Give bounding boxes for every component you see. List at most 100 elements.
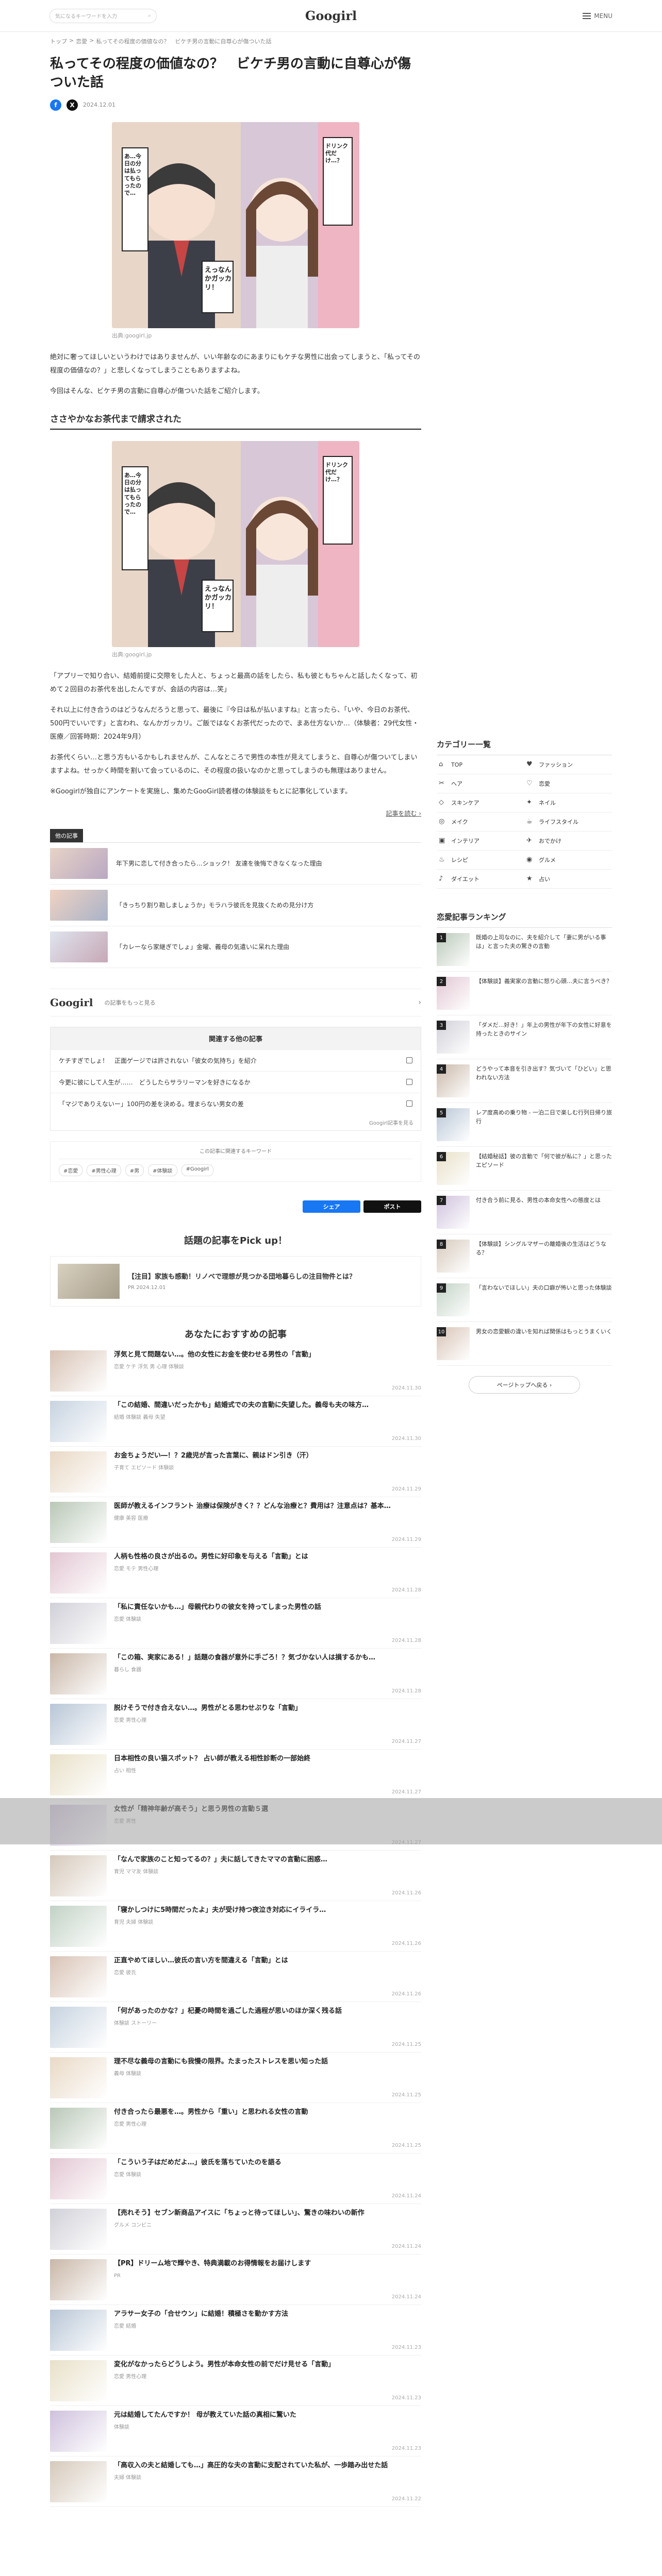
ranking-item[interactable]: 1 既婚の上司なのに、夫を紹介して「妻に男がいる事は」と言った夫の驚きの言動 <box>437 928 612 972</box>
keyword-tag[interactable]: #男 <box>125 1164 144 1176</box>
ranking-title[interactable]: レア度高めの乗り物 - 一泊二日で楽しむ行列日帰り旅行 <box>476 1108 612 1126</box>
ranking-title[interactable]: どうやって本音を引き出す？気づいて「ひどい」と思われない方法 <box>476 1064 612 1082</box>
ranking-thumbnail[interactable]: 6 <box>437 1152 470 1185</box>
category-item[interactable]: ✦ ネイル <box>524 793 612 812</box>
recommended-body[interactable]: 日本相性の良い猫スポット？ 占い師が教える相性診断の一部始終 占い 相性 2024.… <box>114 1754 421 1795</box>
ranking-title[interactable]: 男女の恋愛観の違いを知れば関係はもっとうまくいく <box>476 1327 612 1336</box>
recommended-body[interactable]: 「寝かしつけに5時間だったよ」夫が受け持つ夜泣き対応にイライラ… 育児 夫婦 体験… <box>114 1906 421 1946</box>
category-label[interactable]: ネイル <box>539 799 556 807</box>
ranking-thumbnail[interactable]: 9 <box>437 1283 470 1316</box>
recommended-body[interactable]: 「なんで家族のこと知ってるの？」夫に話してきたママの言動に困惑… 育児 ママ友 体… <box>114 1855 421 1896</box>
category-icon[interactable]: ♨ <box>439 856 446 863</box>
recommended-thumbnail[interactable] <box>50 1703 107 1745</box>
recommended-body[interactable]: アラサー女子の「合せウン」に結婚！積極さを動かす方法 恋愛 結婚 2024.11.2… <box>114 2310 421 2350</box>
recommended-body[interactable]: 浮気と見て問題ない…。他の女性にお金を使わせる男性の「言動」 恋愛 ケチ 浮気 男… <box>114 1350 421 1391</box>
x-share-button[interactable]: ポスト <box>363 1200 421 1213</box>
recommended-item[interactable]: お金ちょうだい―！？2歳児が言った言葉に、親はドン引き（汗） 子育て エピソード … <box>50 1447 421 1497</box>
category-icon[interactable]: ▣ <box>439 837 446 844</box>
recommended-item[interactable]: 正直やめてほしい…彼氏の言い方を間違える「言動」とは 恋愛 彼氏 2024.11.2… <box>50 1952 421 2002</box>
recommended-body[interactable]: 【売れそう】セブン新商品アイスに「ちょっと待ってほしい」、驚きの味わいの新作 グル… <box>114 2209 421 2249</box>
recommended-item[interactable]: 元は結婚してたんですか！ 母が教えていた話の真相に驚いた 体験談 2024.11.2… <box>50 2406 421 2456</box>
brand-logo[interactable]: Googirl <box>50 996 93 1009</box>
ranking-title[interactable]: 「言わないでほしい」夫の口癖が怖いと思った体験談 <box>476 1283 612 1292</box>
category-icon[interactable]: ✂ <box>439 780 446 787</box>
recommended-item[interactable]: 人柄も性格の良さが出るの。男性に好印象を与える「言動」とは 恋愛 モテ 男性心理 2… <box>50 1548 421 1598</box>
ranking-item[interactable]: 6 【結婚秘話】彼の言動で「何で彼が私に？」と思ったエピソード <box>437 1147 612 1191</box>
breadcrumb-category[interactable]: 恋愛 <box>76 37 87 45</box>
ranking-title[interactable]: 【体験談】義実家の言動に怒り心頭…夫に言うべき？ <box>476 977 612 986</box>
recommended-title[interactable]: 元は結婚してたんですか！ 母が教えていた話の真相に驚いた <box>114 2411 421 2420</box>
recommended-body[interactable]: 元は結婚してたんですか！ 母が教えていた話の真相に驚いた 体験談 2024.11.2… <box>114 2411 421 2451</box>
category-label[interactable]: 占い <box>539 875 550 883</box>
recommended-body[interactable]: 理不尽な義母の言動にも我慢の限界。たまったストレスを思い知った話 義母 体験談 20… <box>114 2057 421 2098</box>
category-icon[interactable]: ✦ <box>526 799 534 806</box>
recommended-thumbnail[interactable] <box>50 2259 107 2300</box>
recommended-body[interactable]: 「こういう子はだめだよ…」彼氏を落ちていたのを語る 恋愛 体験談 2024.11.2… <box>114 2158 421 2199</box>
recommended-thumbnail[interactable] <box>50 1602 107 1644</box>
pickup-title[interactable]: 【注目】家族も感動！リノベで理想が見つかる団地暮らしの注目物件とは？ <box>128 1272 356 1282</box>
recommended-body[interactable]: 「高収入の夫と結婚しても…」高圧的な夫の言動に支配されていた私が、一歩踏み出せた… <box>114 2461 421 2502</box>
ranking-title[interactable]: 【体験談】シングルマザーの離婚後の生活はどうなる？ <box>476 1240 612 1257</box>
x-share-icon[interactable]: X <box>67 99 78 111</box>
keyword-tag[interactable]: #男性心理 <box>87 1164 121 1176</box>
recommended-item[interactable]: 「この結婚、間違いだったかも」結婚式での夫の言動に失望した。義母も夫の味方… 結婚… <box>50 1396 421 1447</box>
recommended-thumbnail[interactable] <box>50 1754 107 1795</box>
related-thumbnail[interactable] <box>50 931 108 962</box>
more-article-row[interactable]: 「マジでありえないー」100円の差を決める。埋まらない男女の差 <box>51 1092 421 1114</box>
recommended-thumbnail[interactable] <box>50 1350 107 1392</box>
recommended-body[interactable]: 正直やめてほしい…彼氏の言い方を間違える「言動」とは 恋愛 彼氏 2024.11.2… <box>114 1956 421 1997</box>
related-thumbnail[interactable] <box>50 889 108 921</box>
ranking-item[interactable]: 10 男女の恋愛観の違いを知れば関係はもっとうまくいく <box>437 1322 612 1366</box>
category-label[interactable]: ファッション <box>539 760 573 769</box>
search-input[interactable]: 気になるキーワードを入力 <box>55 12 145 20</box>
recommended-title[interactable]: 正直やめてほしい…彼氏の言い方を間違える「言動」とは <box>114 1956 421 1966</box>
more-article-title[interactable]: 「マジでありえないー」100円の差を決める。埋まらない男女の差 <box>59 1099 244 1108</box>
category-item[interactable]: ◎ メイク <box>437 812 524 832</box>
recommended-item[interactable]: 【PR】ドリーム地で輝やき、特典満載のお得情報をお届けします PR 2024.11.… <box>50 2255 421 2305</box>
category-item[interactable]: ✈ おでかけ <box>524 832 612 851</box>
category-label[interactable]: おでかけ <box>539 837 561 845</box>
category-item[interactable]: ♪ ダイエット <box>437 870 524 889</box>
related-item[interactable]: 年下男に恋して付き合ったら…ショック！ 友達を後悔できなくなった理由 <box>50 843 421 885</box>
recommended-title[interactable]: 「寝かしつけに5時間だったよ」夫が受け持つ夜泣き対応にイライラ… <box>114 1906 421 1916</box>
recommended-thumbnail[interactable] <box>50 2309 107 2351</box>
ranking-title[interactable]: 【結婚秘話】彼の言動で「何で彼が私に？」と思ったエピソード <box>476 1152 612 1170</box>
recommended-body[interactable]: 【PR】ドリーム地で輝やき、特典満載のお得情報をお届けします PR 2024.11.… <box>114 2259 421 2300</box>
category-label[interactable]: 恋愛 <box>539 779 550 788</box>
more-article-row[interactable]: 今更に彼にして人生が…… どうしたらサラリーマンを好きになるか <box>51 1071 421 1093</box>
keyword-tag[interactable]: #Googirl <box>181 1164 213 1176</box>
recommended-item[interactable]: 理不尽な義母の言動にも我慢の限界。たまったストレスを思い知った話 義母 体験談 20… <box>50 2053 421 2103</box>
recommended-title[interactable]: アラサー女子の「合せウン」に結婚！積極さを動かす方法 <box>114 2310 421 2319</box>
brand-more-text[interactable]: の記事をもっと見る <box>104 998 407 1007</box>
recommended-thumbnail[interactable] <box>50 1653 107 1694</box>
category-item[interactable]: ✂ ヘア <box>437 774 524 793</box>
recommended-item[interactable]: 「寝かしつけに5時間だったよ」夫が受け持つ夜泣き対応にイライラ… 育児 夫婦 体験… <box>50 1901 421 1952</box>
recommended-item[interactable]: 「なんで家族のこと知ってるの？」夫に話してきたママの言動に困惑… 育児 ママ友 体… <box>50 1851 421 1901</box>
recommended-title[interactable]: 「私に責任ないかも…」母親代わりの彼女を持ってしまった男性の話 <box>114 1603 421 1613</box>
recommended-title[interactable]: 「何があったのかな？」杞憂の時間を過ごした過程が思いのほか深く残る話 <box>114 2007 421 2016</box>
ranking-title[interactable]: 既婚の上司なのに、夫を紹介して「妻に男がいる事は」と言った夫の驚きの言動 <box>476 933 612 951</box>
recommended-thumbnail[interactable] <box>50 2410 107 2452</box>
category-label[interactable]: ライフスタイル <box>539 818 578 826</box>
keyword-tag[interactable]: #恋愛 <box>59 1164 83 1176</box>
category-icon[interactable]: ◇ <box>439 799 446 806</box>
recommended-item[interactable]: 浮気と見て問題ない…。他の女性にお金を使わせる男性の「言動」 恋愛 ケチ 浮気 男… <box>50 1346 421 1396</box>
category-icon[interactable]: ✈ <box>526 837 534 844</box>
recommended-item[interactable]: 「高収入の夫と結婚しても…」高圧的な夫の言動に支配されていた私が、一歩踏み出せた… <box>50 2456 421 2507</box>
page-top-button[interactable]: ページトップへ戻る › <box>469 1376 580 1394</box>
category-label[interactable]: ヘア <box>451 779 462 788</box>
category-item[interactable]: ♡ 恋愛 <box>524 774 612 793</box>
recommended-title[interactable]: 「高収入の夫と結婚しても…」高圧的な夫の言動に支配されていた私が、一歩踏み出せた… <box>114 2461 421 2471</box>
search-icon[interactable]: ⌕ <box>148 13 151 19</box>
ranking-thumbnail[interactable]: 3 <box>437 1021 470 1054</box>
recommended-thumbnail[interactable] <box>50 2057 107 2098</box>
category-item[interactable]: ▣ インテリア <box>437 832 524 851</box>
category-icon[interactable]: ♡ <box>526 780 534 787</box>
ranking-item[interactable]: 8 【体験談】シングルマザーの離婚後の生活はどうなる？ <box>437 1234 612 1278</box>
recommended-thumbnail[interactable] <box>50 1501 107 1543</box>
recommended-item[interactable]: 日本相性の良い猫スポット？ 占い師が教える相性診断の一部始終 占い 相性 2024.… <box>50 1750 421 1800</box>
recommended-body[interactable]: 医師が教えるインフラント 治療は保険がきく？？どんな治療と？費用は？注意点は？基… <box>114 1502 421 1543</box>
recommended-thumbnail[interactable] <box>50 1451 107 1493</box>
recommended-body[interactable]: 脱けそうで付き合えない…。男性がとる思わせぶりな「言動」 恋愛 男性心理 2024.… <box>114 1704 421 1744</box>
recommended-thumbnail[interactable] <box>50 1552 107 1594</box>
